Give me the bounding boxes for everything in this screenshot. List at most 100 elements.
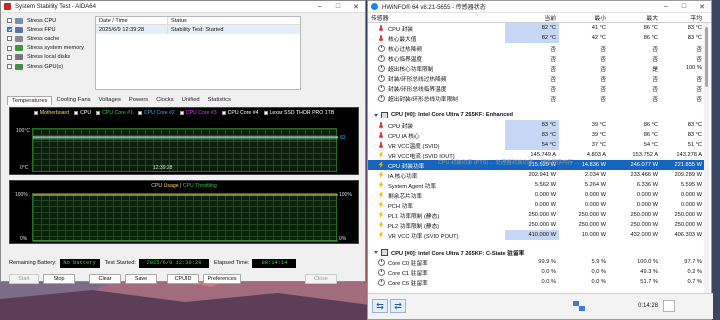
tab-statistics[interactable]: Statistics [204, 96, 235, 105]
legend-item[interactable]: CPU Core #3 [179, 110, 217, 116]
column-header-date[interactable]: Date / Time [96, 17, 168, 24]
sensor-row[interactable]: 封装/环形总线临界温度 否 否 否 否 [368, 83, 705, 93]
legend-item[interactable]: CPU Core #4 [221, 110, 259, 116]
stress-checkbox[interactable] [7, 45, 12, 51]
tab-voltages[interactable]: Voltages [95, 96, 125, 105]
sensor-row[interactable]: 超出封装/环形总线功率限制 否 否 否 否 [368, 93, 705, 103]
scrollbar-thumb[interactable] [705, 27, 708, 87]
usage-plot [32, 193, 338, 242]
bolt-icon [378, 232, 384, 238]
sensor-min: 39 °C [591, 122, 606, 128]
temp-axis-bottom: 0°C [20, 165, 29, 171]
sensor-row[interactable]: Core C1 驻留率 0.0 % 0.0 % 49.3 % 0.2 % [368, 267, 705, 277]
sensor-row[interactable]: CPU 封装 83 °C 39 °C 86 °C 83 °C [368, 120, 705, 130]
legend-item[interactable]: Motherboard [33, 110, 69, 116]
sensor-row[interactable]: CPU 封装 82 °C 41 °C 86 °C 83 °C [368, 23, 705, 33]
stress-option[interactable]: Stress CPU [7, 16, 93, 25]
sensor-row[interactable]: PL1 功率限制 (静态) 250.000 W 250.000 W 250.000 W… [368, 210, 705, 220]
sensor-min: 否 [600, 96, 606, 103]
stress-checkbox[interactable] [7, 64, 12, 70]
nav-forward-icon[interactable]: ⇄ [390, 299, 406, 313]
maximize-button[interactable]: □ [329, 1, 347, 13]
legend-checkbox[interactable] [137, 111, 142, 115]
legend-item[interactable]: CPU Core #2 [137, 110, 175, 116]
legend-checkbox[interactable] [74, 111, 79, 115]
stress-checkbox[interactable] [7, 18, 12, 24]
legend-checkbox[interactable] [263, 111, 268, 115]
sensor-row[interactable]: PCH 功率 0.000 W 0.000 W 0.000 W 0.000 W [368, 200, 705, 210]
tab-temperatures[interactable]: Temperatures [7, 96, 53, 105]
maximize-button[interactable]: □ [675, 1, 693, 13]
nav-back-icon[interactable]: ⇆ [372, 299, 388, 313]
network-icon[interactable] [571, 299, 587, 313]
sensor-row[interactable]: 核心最大值 82 °C 42 °C 86 °C 83 °C [368, 33, 705, 43]
stop-button[interactable]: Stop [43, 274, 75, 284]
sensor-row[interactable]: VR VCC温度 (SVID) 54 °C 37 °C 54 °C 51 °C [368, 140, 705, 150]
column-header-sensor[interactable]: 传感器 [368, 13, 505, 22]
cpuid-button[interactable]: CPUID [167, 274, 199, 284]
clear-button[interactable]: Clear [89, 274, 121, 284]
elapsed-label: Elapsed Time: [213, 260, 250, 266]
stress-option-label: Stress system memory [27, 45, 84, 52]
column-header-min[interactable]: 最小 [559, 13, 609, 22]
preferences-button[interactable]: Preferences [203, 274, 241, 284]
sensor-max: 49.3 % [640, 269, 658, 275]
column-header-max[interactable]: 最大 [609, 13, 661, 22]
legend-item[interactable]: Lexar SSD THOR PRO 1TB [263, 110, 334, 116]
tooltip-overlay-text: CPU 封装功率 (PTS) ... 处理器封装功率 ... 硬件程序内存 ..… [438, 160, 580, 166]
legend-checkbox[interactable] [96, 111, 101, 115]
collapse-arrow-icon[interactable] [374, 113, 378, 117]
collapse-arrow-icon[interactable] [374, 250, 378, 254]
legend-checkbox[interactable] [221, 111, 226, 115]
column-header-avg[interactable]: 平均 [661, 13, 705, 22]
close-icon[interactable]: ✕ [347, 1, 365, 13]
sensor-avg: 406.303 W [674, 232, 702, 238]
sensor-row[interactable]: 剩余芯片功率 0.000 W 0.000 W 0.000 W 0.000 W [368, 190, 705, 200]
save-button[interactable]: Save [125, 274, 157, 284]
legend-checkbox[interactable] [179, 111, 184, 115]
minimize-button[interactable]: – [311, 1, 329, 13]
legend-checkbox[interactable] [33, 111, 38, 115]
sensor-row[interactable]: 超出核心功率限制 否 否 是 100 % [368, 63, 705, 73]
sensor-section-header[interactable]: CPU [#0]: Intel Core Ultra 7 265KF: C-St… [368, 247, 705, 257]
column-header-status[interactable]: Status [168, 18, 187, 24]
column-header-current[interactable]: 当前 [505, 13, 559, 22]
sensor-row[interactable]: Core C6 驻留率 0.0 % 0.0 % 51.7 % 0.7 % [368, 277, 705, 287]
sensor-row[interactable]: IA 核心功率 202.941 W 2.034 W 233.466 W 209.289 … [368, 170, 705, 180]
sensor-row[interactable]: 封装/环形总线过热降频 否 否 否 否 [368, 73, 705, 83]
stress-checkbox[interactable] [7, 54, 12, 60]
sensor-avg: 否 [696, 96, 702, 103]
legend-item[interactable]: CPU Core #1 [96, 110, 133, 116]
status-row[interactable]: 2025/6/9 12:39:28 Stability Test: Starte… [96, 25, 300, 34]
sensor-section-header[interactable]: CPU [#0]: Intel Core Ultra 7 265KF: Enha… [368, 110, 705, 120]
sensor-row[interactable]: CPU IA 核心 83 °C 39 °C 86 °C 83 °C [368, 130, 705, 140]
sensor-row[interactable]: VR VCC 功率 (SVID POUT) 410.000 W 10.000 W 43… [368, 230, 705, 240]
stress-option[interactable]: Stress cache [7, 34, 93, 43]
close-icon[interactable]: ✕ [693, 1, 711, 13]
sensor-row[interactable]: 核心过热降频 否 否 否 否 [368, 43, 705, 53]
sensor-max: 54 °C [643, 142, 658, 148]
start-button[interactable]: Start [9, 274, 39, 284]
stress-checkbox[interactable] [7, 36, 12, 42]
close-button[interactable]: Close [305, 274, 337, 284]
stress-option[interactable]: Stress FPU [7, 25, 93, 34]
stress-option[interactable]: Stress system memory [7, 44, 93, 53]
sensor-row[interactable]: PL2 功率限制 (静态) 250.000 W 250.000 W 250.000 W… [368, 220, 705, 230]
stress-option[interactable]: Stress local disks [7, 53, 93, 62]
stress-checkbox[interactable] [7, 27, 12, 33]
legend-item[interactable]: CPU [74, 110, 91, 116]
sensor-row[interactable]: System Agent 功率 5.562 W 5.264 W 6.336 W 5.59… [368, 180, 705, 190]
sensor-row[interactable]: Core C0 驻留率 99.9 % 5.9 % 100.0 % 97.7 % [368, 257, 705, 267]
sensor-scrollbar[interactable] [704, 23, 709, 295]
tab-clocks[interactable]: Clocks [152, 96, 177, 105]
sensor-row[interactable]: 核心临界温度 否 否 否 否 [368, 53, 705, 63]
hwinfo-titlebar[interactable]: HWiNFO® 64 v8.21-5655 - 传感器状态 – □ ✕ [368, 1, 711, 13]
tab-cooling-fans[interactable]: Cooling Fans [52, 96, 94, 105]
settings-icon[interactable] [663, 300, 675, 312]
minimize-button[interactable]: – [657, 1, 675, 13]
tab-powers[interactable]: Powers [125, 96, 152, 105]
tab-unified[interactable]: Unified [178, 96, 204, 105]
aida-titlebar[interactable]: System Stability Test - AIDA64 – □ ✕ [1, 1, 365, 13]
hwinfo-app-icon [371, 3, 378, 10]
stress-option[interactable]: Stress GPU(s) [7, 62, 93, 71]
